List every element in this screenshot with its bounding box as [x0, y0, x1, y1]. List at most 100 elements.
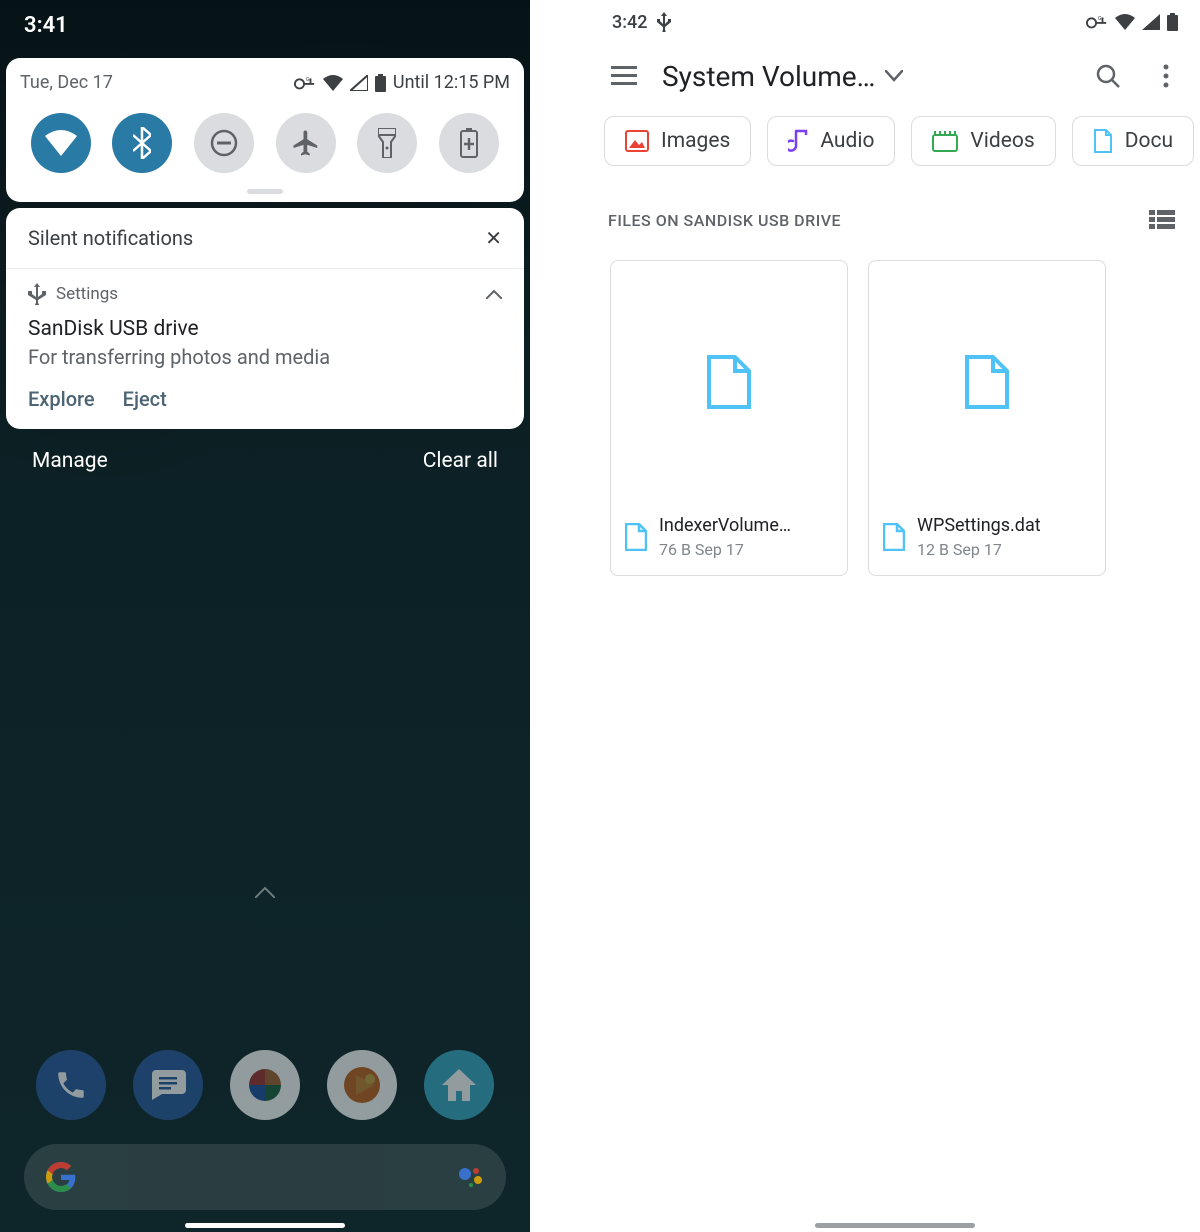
notification-footer: Manage Clear all [0, 429, 530, 493]
explore-button[interactable]: Explore [28, 387, 95, 411]
play-music-icon [342, 1065, 382, 1105]
search-bar[interactable] [24, 1144, 506, 1210]
dock-app-phone[interactable] [36, 1050, 106, 1120]
vpn-key-icon: G [1086, 15, 1108, 29]
dock-app-photos[interactable] [230, 1050, 300, 1120]
file-card[interactable]: IndexerVolume… 76 B Sep 17 [610, 260, 848, 576]
menu-button[interactable] [604, 56, 644, 96]
chevron-down-icon [885, 70, 903, 82]
svg-text:G: G [1098, 16, 1102, 22]
nav-gesture-pill[interactable] [185, 1223, 345, 1228]
filter-chips: Images Audio Videos Docu [590, 110, 1200, 172]
messages-icon [150, 1070, 186, 1100]
phone-icon [54, 1068, 88, 1102]
qs-tile-airplane[interactable] [276, 113, 336, 173]
assistant-icon [456, 1163, 484, 1191]
svg-text:G: G [306, 77, 310, 83]
dock-app-messages[interactable] [133, 1050, 203, 1120]
notification-item-usb[interactable]: Settings SanDisk USB drive For transferr… [6, 269, 524, 429]
file-name: WPSettings.dat [917, 515, 1041, 536]
app-bar: System Volume… [590, 44, 1200, 110]
google-g-icon [46, 1162, 76, 1192]
chip-documents[interactable]: Docu [1072, 116, 1194, 166]
dock [0, 1050, 530, 1120]
file-meta: 76 B Sep 17 [659, 540, 791, 559]
airplane-icon [291, 128, 321, 158]
wifi-icon [1115, 14, 1135, 30]
qs-drag-handle[interactable] [247, 189, 283, 194]
notification-title: SanDisk USB drive [28, 317, 502, 341]
signal-icon [1142, 14, 1160, 30]
view-toggle-button[interactable] [1142, 200, 1182, 240]
notification-app-name: Settings [56, 284, 118, 304]
manage-button[interactable]: Manage [32, 449, 108, 473]
qs-tiles-row [20, 107, 510, 185]
status-time: 3:41 [24, 13, 68, 38]
signal-icon [350, 75, 368, 91]
close-icon[interactable]: ✕ [485, 226, 502, 250]
file-icon [883, 523, 905, 551]
bluetooth-icon [133, 127, 151, 159]
notification-shade-screen: 3:41 Tue, Dec 17 G Until 12:15 PM [0, 0, 530, 1232]
file-icon [965, 355, 1009, 409]
document-icon [1093, 129, 1113, 153]
vpn-key-icon: G [294, 76, 316, 90]
dnd-icon [209, 128, 239, 158]
chip-label: Audio [820, 129, 874, 153]
file-icon [625, 523, 647, 551]
flashlight-icon [378, 128, 396, 158]
silent-header-text: Silent notifications [28, 226, 193, 250]
file-card[interactable]: WPSettings.dat 12 B Sep 17 [868, 260, 1106, 576]
file-meta: 12 B Sep 17 [917, 540, 1041, 559]
clear-all-button[interactable]: Clear all [423, 449, 498, 473]
qs-tile-dnd[interactable] [194, 113, 254, 173]
qs-tile-flashlight[interactable] [357, 113, 417, 173]
battery-icon [375, 74, 386, 92]
eject-button[interactable]: Eject [123, 387, 167, 411]
usb-icon [28, 283, 46, 305]
quick-settings-panel: Tue, Dec 17 G Until 12:15 PM [6, 58, 524, 202]
status-time: 3:42 [612, 12, 647, 33]
alarm-until: Until 12:15 PM [393, 72, 510, 93]
home-icon [442, 1069, 476, 1101]
title-dropdown[interactable]: System Volume… [662, 60, 1070, 93]
dock-app-home[interactable] [424, 1050, 494, 1120]
files-app-screen: 3:42 G System Volume… Images [590, 0, 1200, 1232]
qs-tile-bluetooth[interactable] [112, 113, 172, 173]
chip-videos[interactable]: Videos [911, 116, 1055, 166]
chevron-up-icon[interactable] [486, 289, 502, 299]
chip-label: Videos [970, 129, 1034, 153]
qs-date: Tue, Dec 17 [20, 72, 113, 93]
chip-label: Images [661, 129, 730, 153]
chip-images[interactable]: Images [604, 116, 751, 166]
file-icon [707, 355, 751, 409]
search-button[interactable] [1088, 56, 1128, 96]
wifi-icon [323, 75, 343, 91]
nav-gesture-pill[interactable] [815, 1223, 975, 1228]
qs-tile-battery-saver[interactable] [439, 113, 499, 173]
silent-notifications-header: Silent notifications ✕ [6, 208, 524, 269]
chip-label: Docu [1125, 129, 1173, 153]
wifi-icon [45, 130, 77, 156]
section-title: FILES ON SANDISK USB DRIVE [608, 211, 841, 230]
list-view-icon [1149, 210, 1175, 230]
search-icon [1095, 63, 1121, 89]
section-header: FILES ON SANDISK USB DRIVE [590, 172, 1200, 252]
qs-status-icons: G Until 12:15 PM [294, 72, 510, 93]
status-bar: 3:41 [0, 0, 530, 50]
more-button[interactable] [1146, 56, 1186, 96]
dock-app-play-music[interactable] [327, 1050, 397, 1120]
kebab-icon [1163, 64, 1169, 88]
chip-audio[interactable]: Audio [767, 116, 895, 166]
usb-icon [657, 12, 671, 32]
photos-icon [245, 1065, 285, 1105]
file-grid: IndexerVolume… 76 B Sep 17 WPSettings.da… [590, 252, 1200, 584]
image-icon [625, 130, 649, 152]
qs-tile-wifi[interactable] [31, 113, 91, 173]
file-name: IndexerVolume… [659, 515, 791, 536]
status-bar: 3:42 G [590, 0, 1200, 44]
dock-caret-icon [255, 883, 275, 902]
audio-icon [788, 129, 808, 153]
hamburger-icon [611, 66, 637, 86]
battery-saver-icon [460, 128, 478, 158]
